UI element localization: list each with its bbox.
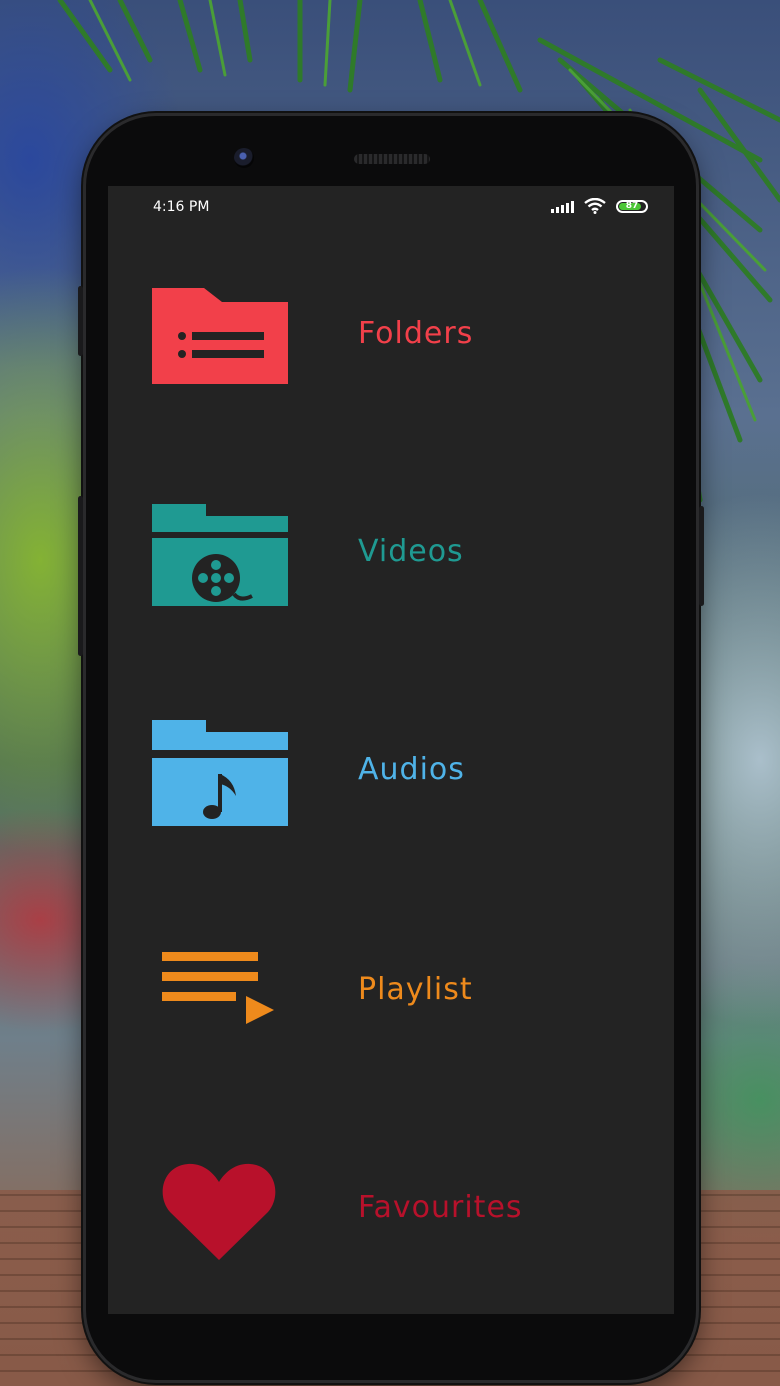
status-bar: 4:16 PM 87 [108, 186, 674, 230]
signal-icon [551, 199, 574, 213]
battery-level: 87 [625, 201, 639, 211]
status-time: 4:16 PM [153, 199, 210, 215]
volume-rocker [78, 496, 83, 656]
menu-item-favourites[interactable]: Favourites [108, 1130, 674, 1290]
menu-label-playlist: Playlist [358, 972, 473, 1007]
playlist-icon [162, 952, 274, 1024]
menu-label-videos: Videos [358, 534, 464, 569]
menu-item-audios[interactable]: Audios [108, 694, 674, 854]
video-folder-icon [152, 504, 288, 606]
status-icons: 87 [551, 198, 648, 214]
menu-label-favourites: Favourites [358, 1190, 523, 1225]
menu-label-folders: Folders [358, 316, 474, 351]
wifi-icon [584, 198, 606, 214]
power-button [699, 506, 704, 606]
phone-frame: 4:16 PM 87 Folders Videos Audios Playlis… [78, 116, 704, 1380]
battery-icon: 87 [616, 199, 648, 213]
audio-folder-icon [152, 720, 288, 826]
menu-item-folders[interactable]: Folders [108, 256, 674, 416]
menu-label-audios: Audios [358, 752, 465, 787]
front-camera [234, 148, 254, 168]
app-screen: 4:16 PM 87 Folders Videos Audios Playlis… [108, 186, 674, 1314]
heart-icon [162, 1163, 276, 1260]
menu-item-playlist[interactable]: Playlist [108, 912, 674, 1072]
volume-button [78, 286, 83, 356]
folder-list-icon [152, 288, 288, 384]
menu-item-videos[interactable]: Videos [108, 476, 674, 636]
earpiece-speaker [354, 154, 430, 164]
